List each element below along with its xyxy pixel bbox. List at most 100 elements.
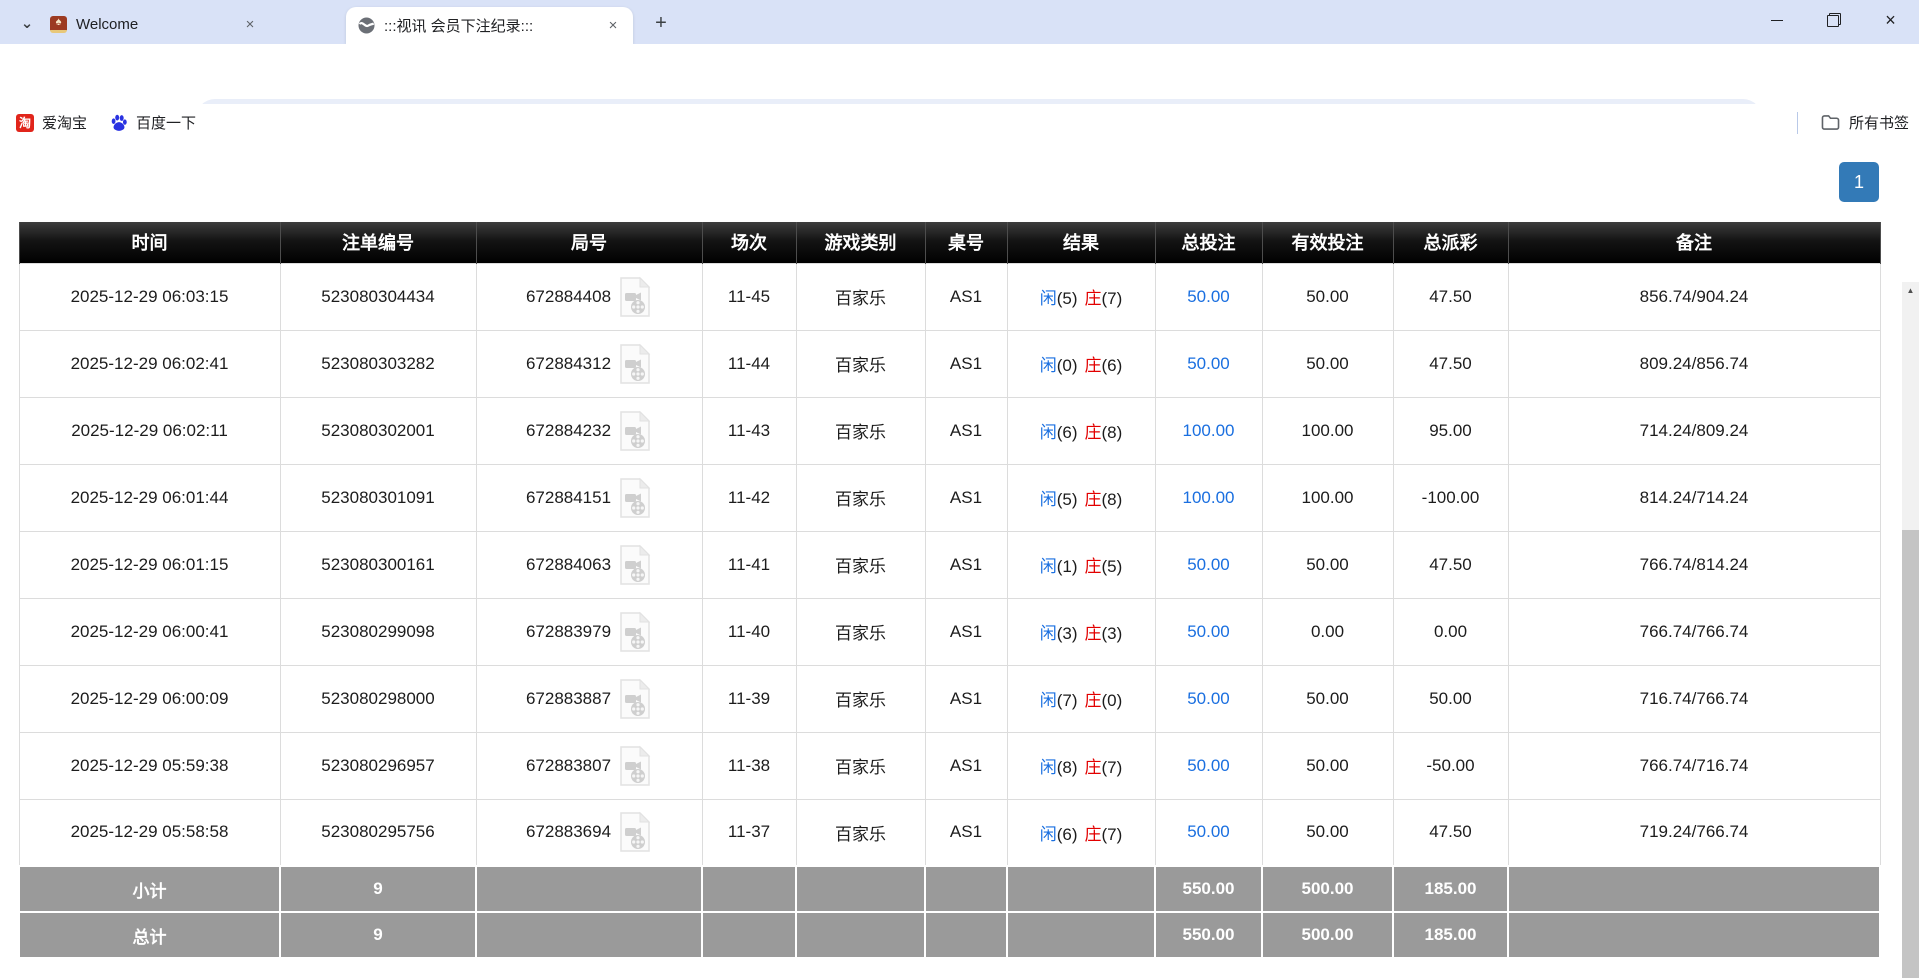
cell-payout: 47.50 bbox=[1393, 799, 1508, 866]
col-session: 场次 bbox=[702, 222, 796, 263]
cell-valid-bet: 0.00 bbox=[1262, 598, 1393, 665]
close-icon[interactable]: × bbox=[240, 14, 260, 34]
round-number: 672883979 bbox=[526, 622, 611, 642]
cell-round-no: 672884232 bbox=[476, 397, 702, 464]
bookmark-baidu[interactable]: 百度一下 bbox=[102, 110, 204, 135]
cell-game-type: 百家乐 bbox=[796, 732, 925, 799]
player-score: (3) bbox=[1057, 624, 1078, 643]
bookmark-label: 百度一下 bbox=[136, 112, 196, 133]
window-controls: × bbox=[1748, 0, 1919, 40]
tab-welcome[interactable]: ♠ Welcome × bbox=[38, 7, 270, 41]
table-header: 时间 注单编号 局号 场次 游戏类别 桌号 结果 总投注 有效投注 总派彩 备注 bbox=[19, 222, 1880, 263]
video-replay-icon[interactable] bbox=[618, 811, 652, 853]
cell-game-type: 百家乐 bbox=[796, 531, 925, 598]
banker-score: (8) bbox=[1102, 423, 1123, 442]
player-label: 闲 bbox=[1040, 624, 1057, 643]
table-row: 2025-12-29 06:02:41 523080303282 6728843… bbox=[19, 330, 1880, 397]
subtotal-label: 小计 bbox=[19, 866, 280, 912]
cell-game-type: 百家乐 bbox=[796, 464, 925, 531]
total-bet-link[interactable]: 100.00 bbox=[1183, 421, 1235, 440]
new-tab-button[interactable]: + bbox=[648, 10, 674, 36]
bookmarks-bar: 淘 爱淘宝 百度一下 所有书签 bbox=[0, 104, 1919, 141]
cell-time: 2025-12-29 06:01:15 bbox=[19, 531, 280, 598]
cell-total-bet: 100.00 bbox=[1155, 397, 1262, 464]
cell-payout: 95.00 bbox=[1393, 397, 1508, 464]
banker-score: (6) bbox=[1102, 356, 1123, 375]
cell-total-bet: 100.00 bbox=[1155, 464, 1262, 531]
tab-bet-records[interactable]: :::视讯 会员下注纪录::: × bbox=[346, 7, 633, 44]
total-bet-link[interactable]: 50.00 bbox=[1187, 287, 1230, 306]
cell-remark: 766.74/814.24 bbox=[1508, 531, 1880, 598]
cell-round-no: 672884408 bbox=[476, 263, 702, 330]
video-replay-icon[interactable] bbox=[618, 678, 652, 720]
video-replay-icon[interactable] bbox=[618, 276, 652, 318]
cell-total-bet: 50.00 bbox=[1155, 665, 1262, 732]
close-icon[interactable]: × bbox=[603, 16, 623, 36]
restore-button[interactable] bbox=[1805, 0, 1862, 40]
total-bet-link[interactable]: 50.00 bbox=[1187, 555, 1230, 574]
round-number: 672883807 bbox=[526, 756, 611, 776]
player-label: 闲 bbox=[1040, 289, 1057, 308]
cell-payout: -50.00 bbox=[1393, 732, 1508, 799]
total-bet-link[interactable]: 50.00 bbox=[1187, 756, 1230, 775]
cell-round-no: 672884063 bbox=[476, 531, 702, 598]
cell-table-no: AS1 bbox=[925, 665, 1007, 732]
total-bet-link[interactable]: 50.00 bbox=[1187, 689, 1230, 708]
cell-bet-no: 523080300161 bbox=[280, 531, 476, 598]
total-bet-link[interactable]: 50.00 bbox=[1187, 822, 1230, 841]
cell-remark: 719.24/766.74 bbox=[1508, 799, 1880, 866]
table-row: 2025-12-29 06:01:15 523080300161 6728840… bbox=[19, 531, 1880, 598]
tab-search-button[interactable]: ⌄ bbox=[14, 10, 40, 36]
cell-game-type: 百家乐 bbox=[796, 263, 925, 330]
cell-round-no: 672884151 bbox=[476, 464, 702, 531]
banker-score: (3) bbox=[1102, 624, 1123, 643]
video-replay-icon[interactable] bbox=[618, 410, 652, 452]
total-label: 总计 bbox=[19, 912, 280, 958]
scroll-up-button[interactable]: ▲ bbox=[1902, 282, 1919, 299]
cell-session: 11-38 bbox=[702, 732, 796, 799]
cell-valid-bet: 100.00 bbox=[1262, 397, 1393, 464]
cell-game-type: 百家乐 bbox=[796, 665, 925, 732]
video-replay-icon[interactable] bbox=[618, 343, 652, 385]
player-score: (7) bbox=[1057, 691, 1078, 710]
cell-table-no: AS1 bbox=[925, 464, 1007, 531]
video-replay-icon[interactable] bbox=[618, 745, 652, 787]
folder-icon bbox=[1821, 114, 1840, 131]
cell-time: 2025-12-29 06:02:41 bbox=[19, 330, 280, 397]
banker-label: 庄 bbox=[1085, 758, 1102, 777]
close-icon: × bbox=[1885, 10, 1896, 31]
browser-toolbar: ← → ⟳ ⌂ videoie.com/game/betrecord_searc… bbox=[0, 44, 1919, 104]
cell-valid-bet: 50.00 bbox=[1262, 531, 1393, 598]
cell-result: 闲(0)庄(6) bbox=[1007, 330, 1155, 397]
cell-table-no: AS1 bbox=[925, 263, 1007, 330]
cell-total-bet: 50.00 bbox=[1155, 330, 1262, 397]
bookmark-aitaobao[interactable]: 淘 爱淘宝 bbox=[8, 110, 95, 135]
all-bookmarks-button[interactable]: 所有书签 bbox=[1797, 110, 1909, 135]
cell-bet-no: 523080302001 bbox=[280, 397, 476, 464]
video-replay-icon[interactable] bbox=[618, 544, 652, 586]
video-replay-icon[interactable] bbox=[618, 477, 652, 519]
vertical-scrollbar[interactable]: ▲ ▼ bbox=[1902, 282, 1919, 978]
cell-session: 11-42 bbox=[702, 464, 796, 531]
col-time: 时间 bbox=[19, 222, 280, 263]
player-label: 闲 bbox=[1040, 356, 1057, 375]
table-row: 2025-12-29 06:00:41 523080299098 6728839… bbox=[19, 598, 1880, 665]
table-row: 2025-12-29 05:58:58 523080295756 6728836… bbox=[19, 799, 1880, 866]
total-bet-link[interactable]: 50.00 bbox=[1187, 354, 1230, 373]
total-valid-bet: 500.00 bbox=[1262, 912, 1393, 958]
minimize-button[interactable] bbox=[1748, 0, 1805, 40]
all-bookmarks-label: 所有书签 bbox=[1849, 112, 1909, 133]
scrollbar-thumb[interactable] bbox=[1902, 530, 1919, 978]
pagination-page-1-button[interactable]: 1 bbox=[1839, 162, 1879, 202]
banker-score: (7) bbox=[1102, 289, 1123, 308]
cell-payout: 47.50 bbox=[1393, 330, 1508, 397]
total-bet-link[interactable]: 100.00 bbox=[1183, 488, 1235, 507]
banker-label: 庄 bbox=[1085, 624, 1102, 643]
bookmark-label: 爱淘宝 bbox=[42, 112, 87, 133]
close-window-button[interactable]: × bbox=[1862, 0, 1919, 40]
video-replay-icon[interactable] bbox=[618, 611, 652, 653]
table-row: 2025-12-29 06:00:09 523080298000 6728838… bbox=[19, 665, 1880, 732]
cell-bet-no: 523080295756 bbox=[280, 799, 476, 866]
cell-bet-no: 523080303282 bbox=[280, 330, 476, 397]
total-bet-link[interactable]: 50.00 bbox=[1187, 622, 1230, 641]
